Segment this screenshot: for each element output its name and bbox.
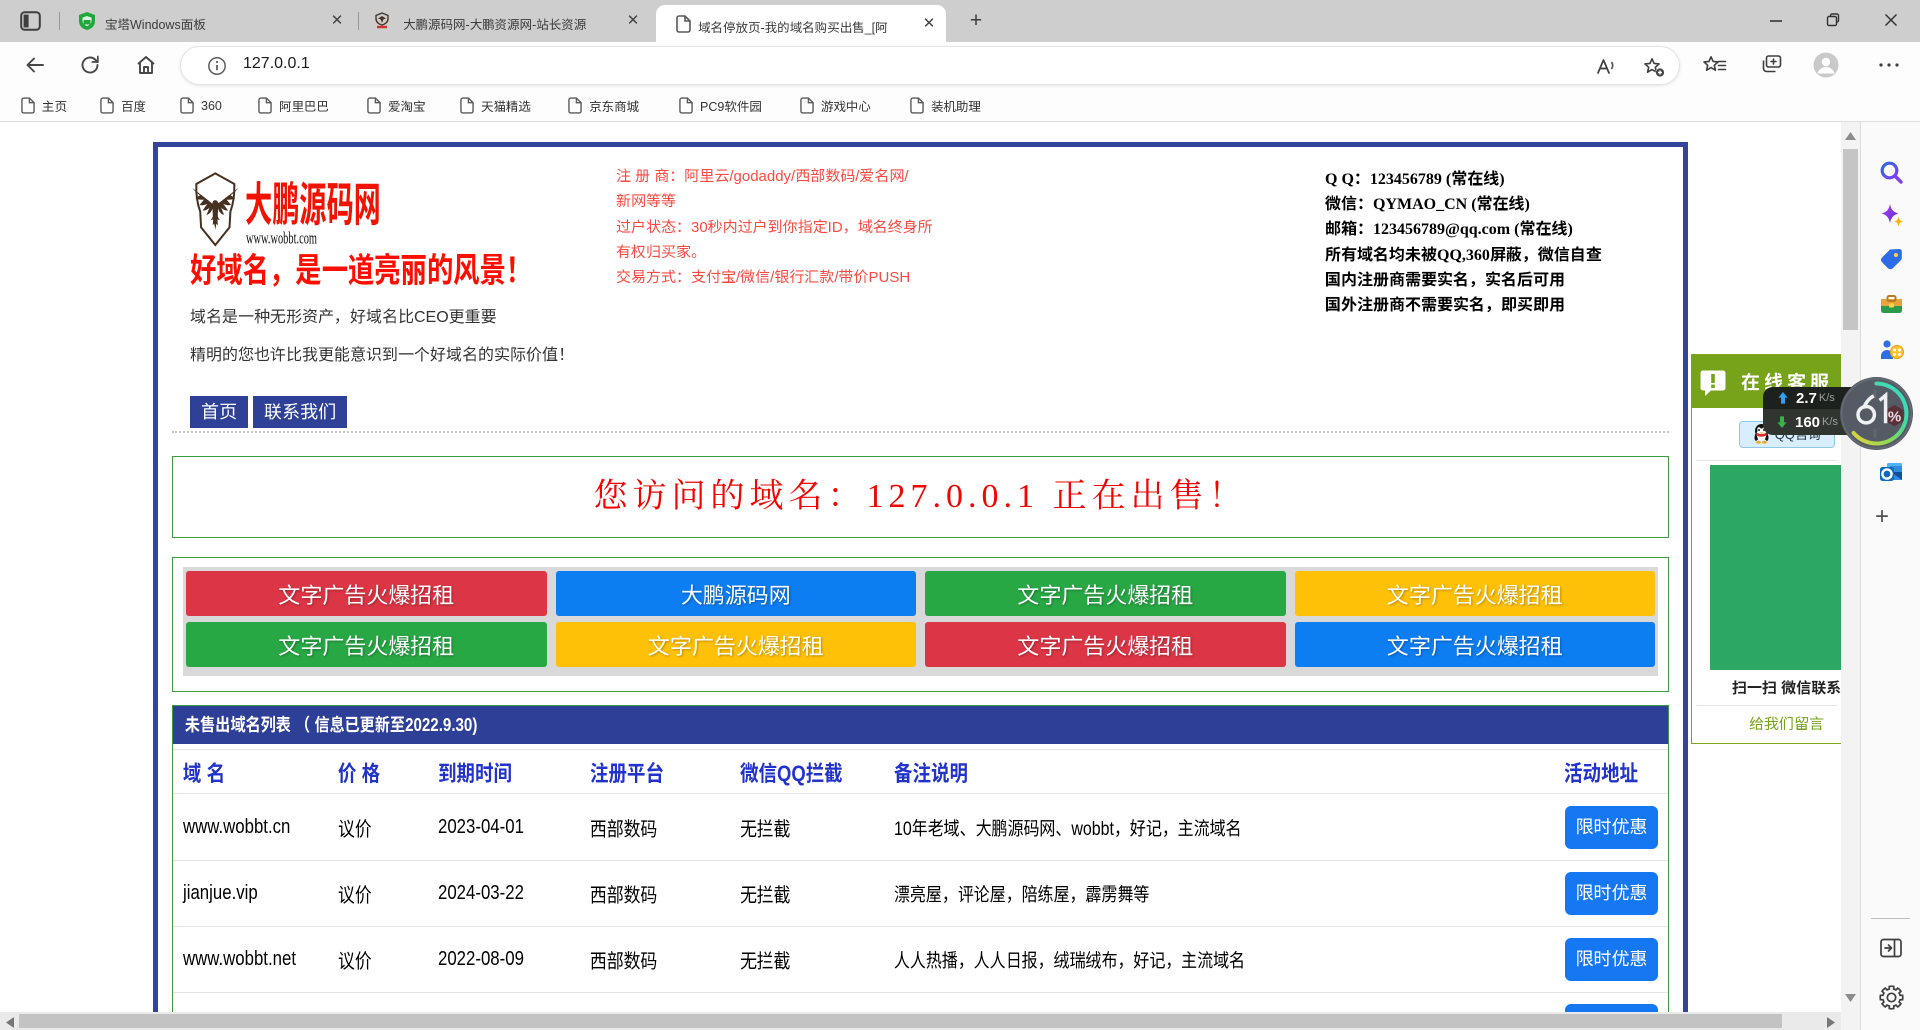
svg-text:%: % [1888,409,1901,426]
svg-text:www.wobbt.com: www.wobbt.com [246,229,317,248]
svg-text:大鹏源码网: 大鹏源码网 [245,170,381,235]
